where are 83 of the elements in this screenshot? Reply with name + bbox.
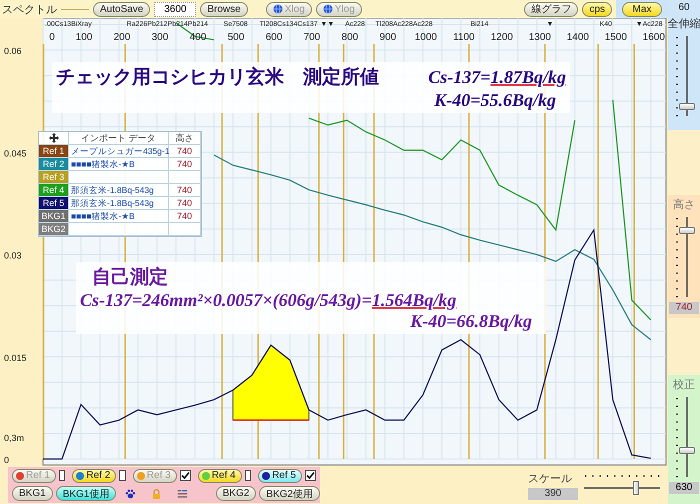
note-title: チェック用コシヒカリ玄米 測定所値 xyxy=(56,66,379,90)
vertical-slider[interactable] xyxy=(673,34,695,118)
scale-label: スケール xyxy=(528,472,573,486)
slider-label: 校正 xyxy=(673,378,695,392)
reference-tag[interactable]: Ref 2 xyxy=(39,158,69,171)
background-button[interactable]: BKG1 xyxy=(12,486,53,502)
y-tick-label: 0.045 xyxy=(4,148,27,158)
x-tick-label: 800 xyxy=(342,32,358,43)
x-tick-label: 500 xyxy=(228,32,244,43)
axis-note: 0,3m xyxy=(4,433,24,443)
x-tick-label: 200 xyxy=(114,32,130,43)
checkbox[interactable] xyxy=(180,470,191,482)
y-tick-label: 0 xyxy=(4,455,10,465)
max-button[interactable]: Max xyxy=(622,2,662,16)
panel-title: スペクトル xyxy=(2,2,57,16)
column-header: インポート データ xyxy=(69,132,169,145)
move-icon[interactable] xyxy=(48,133,58,143)
reference-tag[interactable]: Ref 5 xyxy=(39,197,69,210)
x-tick-label: 300 xyxy=(152,32,168,43)
table-cell: 那須玄米-1.8Bq-543g xyxy=(69,184,169,197)
x-tick-label: 1500 xyxy=(604,32,627,43)
x-tick-label: 1600 xyxy=(642,32,665,43)
table-cell: 740 xyxy=(169,158,201,171)
vertical-slider[interactable] xyxy=(673,215,695,299)
x-tick-label: 1400 xyxy=(566,32,589,43)
formula-text: K-40=55.6Bq/kg xyxy=(434,90,557,111)
table-cell: ■■■■猪製水-★B xyxy=(69,210,169,223)
formula-text: Cs-137=1.87Bq/kg xyxy=(428,67,566,88)
slider-label: 高さ xyxy=(673,198,695,212)
slider-thumb[interactable] xyxy=(679,103,695,110)
autosave-button[interactable]: AutoSave xyxy=(93,2,150,16)
slider-value: 630 xyxy=(669,482,699,494)
graph-mode-button[interactable]: 線グラフ xyxy=(524,2,578,16)
cps-button[interactable]: cps xyxy=(582,2,612,16)
browse-button[interactable]: Browse xyxy=(200,2,248,16)
x-tick-label: 0 xyxy=(49,32,55,43)
formula-text: K-40=66.8Bq/kg xyxy=(410,311,533,332)
reference-tag[interactable]: BKG1 xyxy=(39,210,69,223)
slider-label: 全伸縮 xyxy=(668,16,700,31)
column-header: 高さ xyxy=(169,132,201,145)
formula-text: Cs-137=246mm²×0.0057×(606g/543g)=1.564Bq/kg xyxy=(80,290,458,311)
table-cell: ■■■■猪製水-★B xyxy=(69,158,169,171)
background-button[interactable]: BKG2 xyxy=(216,486,256,502)
background-button[interactable]: BKG2使用 xyxy=(259,486,320,502)
checkbox[interactable] xyxy=(119,470,126,482)
paw-icon[interactable] xyxy=(125,486,136,501)
checkbox[interactable] xyxy=(58,470,66,482)
slider-thumb[interactable] xyxy=(633,481,640,495)
globe-icon xyxy=(322,4,333,14)
x-tick-label: 1300 xyxy=(528,32,551,43)
slider-value: 740 xyxy=(669,302,699,314)
table-cell: 740 xyxy=(169,184,201,197)
scale-value: 390 xyxy=(528,488,578,500)
y-tick-label: 0.03 xyxy=(4,250,22,261)
x-tick-label: 1000 xyxy=(414,32,437,43)
count-field[interactable]: 3600 xyxy=(154,2,196,16)
note-title: 自己測定 xyxy=(91,266,168,290)
y-tick-label: 0.015 xyxy=(4,352,27,363)
globe-icon xyxy=(272,4,283,14)
x-tick-label: 600 xyxy=(266,32,282,43)
x-tick-label: 100 xyxy=(76,32,92,43)
reference-button[interactable]: Ref 4 xyxy=(198,468,242,483)
slider-value: 60 xyxy=(678,2,690,13)
x-tick-label: 1200 xyxy=(490,32,513,43)
reference-button[interactable]: Ref 2 xyxy=(72,468,116,483)
x-tick-label: 900 xyxy=(380,32,396,43)
table-cell: 740 xyxy=(169,145,201,158)
table-cell: 那須玄米-1.8Bq-543g xyxy=(69,197,169,210)
background-button[interactable]: BKG1使用 xyxy=(56,486,116,502)
vertical-slider[interactable] xyxy=(673,395,695,479)
table-cell: 740 xyxy=(169,210,201,223)
x-tick-label: 700 xyxy=(304,32,320,43)
checkbox[interactable] xyxy=(244,470,252,482)
slider-thumb[interactable] xyxy=(679,446,695,454)
reference-tag[interactable]: BKG2 xyxy=(39,223,69,236)
reference-button[interactable]: Ref 5 xyxy=(258,468,302,483)
table-cell: メープルシュガー435g-1 xyxy=(69,145,169,158)
table-cell: 740 xyxy=(169,197,201,210)
x-tick-label: 1100 xyxy=(453,32,475,43)
y-tick-label: 0.06 xyxy=(4,46,22,56)
reference-tag[interactable]: Ref 1 xyxy=(39,145,69,158)
slider-thumb[interactable] xyxy=(679,226,695,234)
checkbox[interactable] xyxy=(304,470,316,482)
